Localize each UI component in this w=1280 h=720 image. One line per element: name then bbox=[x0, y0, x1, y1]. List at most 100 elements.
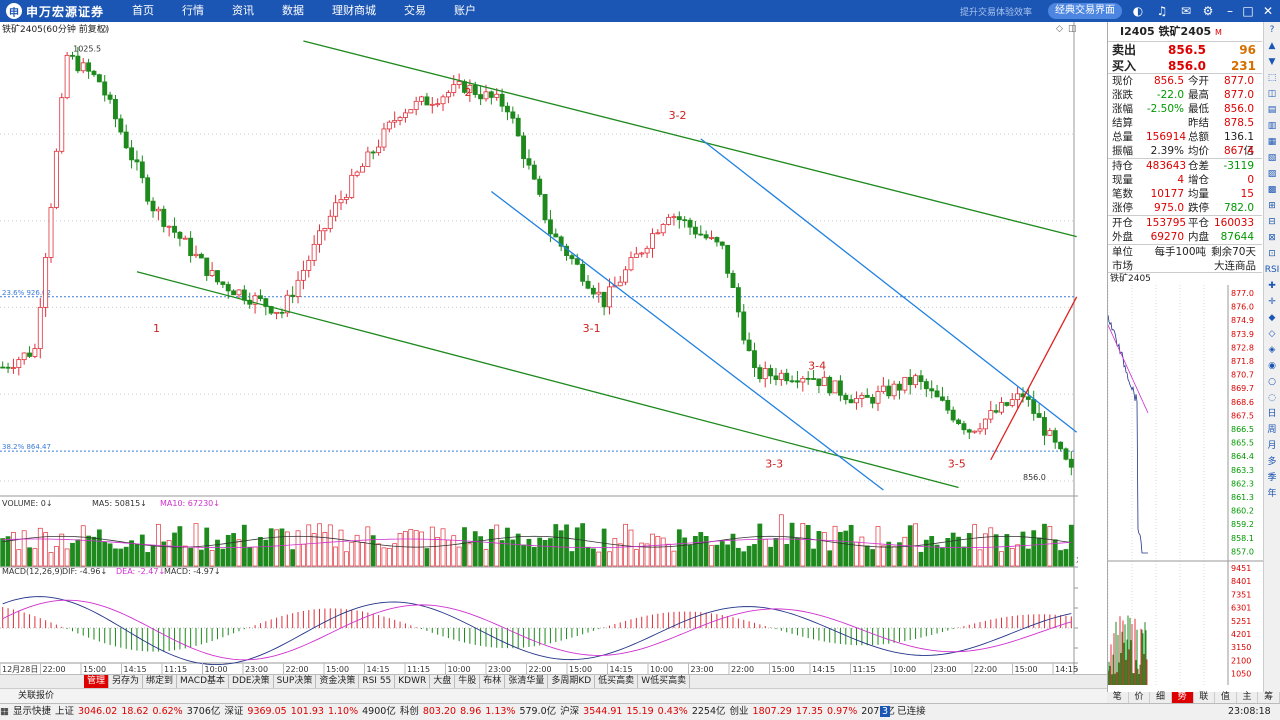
message-icon[interactable]: ✉ bbox=[1178, 3, 1194, 19]
side-tool-5-icon[interactable]: ▤ bbox=[1264, 102, 1280, 118]
indicator-tab-13[interactable]: 多周期KD bbox=[548, 675, 596, 688]
indicator-tab-6[interactable]: 资金决策 bbox=[316, 675, 360, 688]
menu-account[interactable]: 账户 bbox=[440, 0, 490, 22]
candle-body bbox=[451, 84, 457, 93]
menu-home[interactable]: 首页 bbox=[118, 0, 168, 22]
mini-intraday-chart[interactable]: 877.0 876.0 874.9 873.9 872.8 871.8 870.7 869.7… bbox=[1107, 285, 1263, 685]
side-tool-28-icon[interactable]: 季 bbox=[1264, 470, 1280, 486]
side-tool-14-icon[interactable]: ⊡ bbox=[1264, 246, 1280, 262]
indicator-tab-10[interactable]: 牛股 bbox=[455, 675, 481, 688]
side-tool-1-icon[interactable]: ▲ bbox=[1264, 38, 1280, 54]
volume-bar bbox=[698, 532, 704, 567]
indicator-tab-4[interactable]: DDE决策 bbox=[229, 675, 274, 688]
side-tool-15-icon[interactable]: RSI bbox=[1264, 262, 1280, 278]
side-tool-17-icon[interactable]: ✛ bbox=[1264, 294, 1280, 310]
minimize-icon[interactable]: – bbox=[1222, 3, 1238, 19]
side-tool-20-icon[interactable]: ◈ bbox=[1264, 342, 1280, 358]
side-tool-10-icon[interactable]: ▩ bbox=[1264, 182, 1280, 198]
quote-tab-7[interactable]: 筹 bbox=[1258, 692, 1280, 703]
chart-svg[interactable]: 铁矿2405(60分钟 前复权)990.9956.3921.8887.2852.… bbox=[0, 22, 1107, 674]
volume-bar bbox=[139, 534, 145, 567]
side-tool-18-icon[interactable]: ◆ bbox=[1264, 310, 1280, 326]
gear-icon[interactable]: ⚙ bbox=[1200, 3, 1216, 19]
indicator-tab-9[interactable]: 大盘 bbox=[430, 675, 456, 688]
side-tool-13-icon[interactable]: ⊠ bbox=[1264, 230, 1280, 246]
candle-body bbox=[531, 164, 537, 180]
indicator-tab-0[interactable]: 管理 bbox=[84, 675, 110, 688]
side-tool-11-icon[interactable]: ⊞ bbox=[1264, 198, 1280, 214]
menu-news[interactable]: 资讯 bbox=[218, 0, 268, 22]
side-tool-21-icon[interactable]: ◉ bbox=[1264, 358, 1280, 374]
side-tool-0-icon[interactable]: ? bbox=[1264, 22, 1280, 38]
volume-bar bbox=[580, 523, 586, 567]
indicator-tab-7[interactable]: RSI 55 bbox=[359, 675, 396, 688]
side-tool-25-icon[interactable]: 周 bbox=[1264, 422, 1280, 438]
volume-bar bbox=[70, 542, 75, 567]
side-tool-6-icon[interactable]: ▥ bbox=[1264, 118, 1280, 134]
side-tool-24-icon[interactable]: 日 bbox=[1264, 406, 1280, 422]
layout-icon[interactable]: ◫ bbox=[1068, 24, 1077, 34]
side-tool-8-icon[interactable]: ▧ bbox=[1264, 150, 1280, 166]
candle-body bbox=[193, 253, 199, 257]
menu-data[interactable]: 数据 bbox=[268, 0, 318, 22]
headset-icon[interactable]: ♫ bbox=[1154, 3, 1170, 19]
quote-row: 现量 4 增仓 0 bbox=[1108, 173, 1262, 187]
side-tool-22-icon[interactable]: ○ bbox=[1264, 374, 1280, 390]
side-tool-23-icon[interactable]: ◌ bbox=[1264, 390, 1280, 406]
side-tool-2-icon[interactable]: ▼ bbox=[1264, 54, 1280, 70]
quote-tab-1[interactable]: 价 bbox=[1129, 692, 1151, 703]
volume-bar bbox=[59, 533, 65, 567]
quote-tab-0[interactable]: 笔 bbox=[1107, 692, 1129, 703]
chart-side-controls: ◇◫+- bbox=[1056, 22, 1107, 692]
close-icon[interactable]: ✕ bbox=[1260, 3, 1276, 19]
side-tool-7-icon[interactable]: ▦ bbox=[1264, 134, 1280, 150]
indicator-tab-14[interactable]: 低买高卖 bbox=[595, 675, 639, 688]
candle-body bbox=[300, 269, 306, 281]
quote-tab-5[interactable]: 值 bbox=[1215, 692, 1237, 703]
side-tool-16-icon[interactable]: ✚ bbox=[1264, 278, 1280, 294]
indicator-tab-12[interactable]: 张清华量 bbox=[505, 675, 549, 688]
indicator-tab-8[interactable]: KDWR bbox=[395, 675, 431, 688]
indicator-tab-1[interactable]: 另存为 bbox=[109, 675, 144, 688]
quote-tab-4[interactable]: 联 bbox=[1194, 692, 1216, 703]
quick-toggle[interactable]: 显示快捷 bbox=[13, 706, 51, 717]
maximize-icon[interactable]: □ bbox=[1240, 3, 1256, 19]
indicator-tab-5[interactable]: SUP决策 bbox=[274, 675, 317, 688]
side-tool-29-icon[interactable]: 年 bbox=[1264, 486, 1280, 502]
quote-value: 156914 bbox=[1146, 131, 1187, 143]
quote-label: 涨幅 bbox=[1112, 103, 1133, 115]
indicator-tab-15[interactable]: W低买高卖 bbox=[638, 675, 691, 688]
side-tool-26-icon[interactable]: 月 bbox=[1264, 438, 1280, 454]
menu-trade[interactable]: 交易 bbox=[390, 0, 440, 22]
volume-bar bbox=[735, 547, 741, 567]
grid-icon[interactable]: ▦ bbox=[0, 706, 9, 717]
mini-price-tick: 864.4 bbox=[1231, 452, 1254, 461]
side-tool-4-icon[interactable]: ◫ bbox=[1264, 86, 1280, 102]
indicator-tab-3[interactable]: MACD基本 bbox=[177, 675, 230, 688]
candle-body bbox=[172, 225, 177, 233]
quote-tab-3[interactable]: 势 bbox=[1171, 692, 1194, 703]
related-quote-bar[interactable]: 关联报价 bbox=[0, 688, 1107, 703]
mini-price-tick: 869.7 bbox=[1231, 384, 1254, 393]
menu-quotes[interactable]: 行情 bbox=[168, 0, 218, 22]
index-price: 803.20 bbox=[422, 706, 457, 717]
volume-bar bbox=[96, 529, 102, 567]
skin-icon[interactable]: ◐ bbox=[1130, 3, 1146, 19]
side-tool-19-icon[interactable]: ◇ bbox=[1264, 326, 1280, 342]
classic-trade-button[interactable]: 经典交易界面 bbox=[1048, 3, 1122, 19]
quote-tab-2[interactable]: 细 bbox=[1150, 692, 1172, 703]
side-tool-3-icon[interactable]: ⬚ bbox=[1264, 70, 1280, 86]
x-tick-label: 15:00 bbox=[83, 665, 106, 674]
volume-bar bbox=[209, 550, 215, 567]
indicator-tab-2[interactable]: 绑定到 bbox=[143, 675, 178, 688]
menu-mall[interactable]: 理财商城 bbox=[318, 0, 390, 22]
side-tool-27-icon[interactable]: 多 bbox=[1264, 454, 1280, 470]
x-tick-label: 15:00 bbox=[569, 665, 592, 674]
indicator-tab-11[interactable]: 布林 bbox=[480, 675, 506, 688]
side-tool-9-icon[interactable]: ▨ bbox=[1264, 166, 1280, 182]
volume-bar bbox=[918, 551, 924, 567]
kline-chart-area[interactable]: 铁矿2405(60分钟 前复权)990.9956.3921.8887.2852.… bbox=[0, 22, 1107, 674]
quote-tab-6[interactable]: 主 bbox=[1237, 692, 1259, 703]
side-tool-12-icon[interactable]: ⊟ bbox=[1264, 214, 1280, 230]
diamond-icon[interactable]: ◇ bbox=[1056, 24, 1063, 34]
